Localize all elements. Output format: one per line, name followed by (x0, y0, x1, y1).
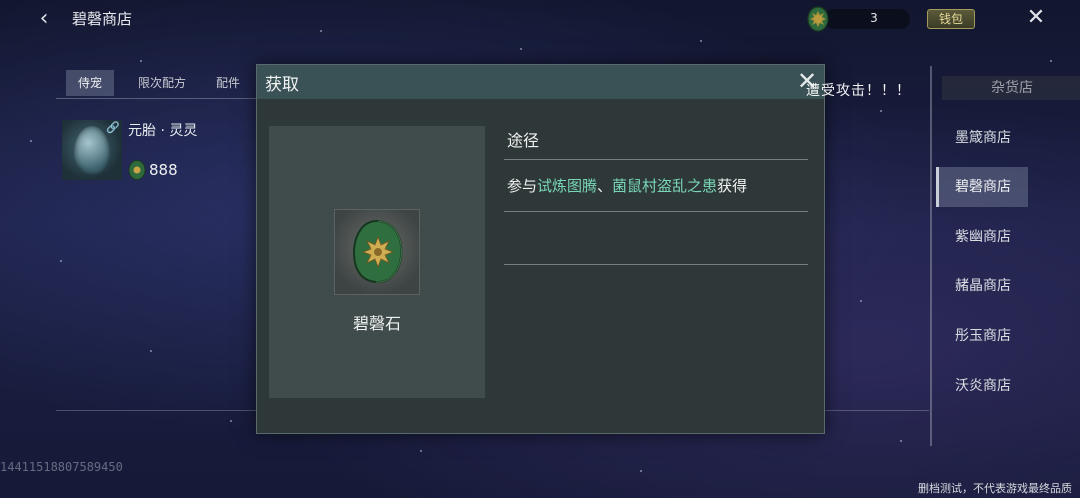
source-description: 参与试炼图腾、菌鼠村盗乱之患获得 (507, 175, 747, 196)
tab-accessory[interactable]: 配件 (208, 70, 248, 96)
jade-stone-icon (352, 219, 403, 284)
shop-item-ziyou[interactable]: 紫幽商店 (938, 217, 1028, 257)
wallet-button[interactable]: 钱包 (927, 9, 975, 29)
source-link-trial-totem[interactable]: 试炼图腾 (537, 177, 597, 195)
dialog-header: 获取 ✕ (257, 65, 824, 99)
acquire-dialog: 获取 ✕ 碧磬石 途径 参与试炼图腾、菌鼠村盗乱之患获得 (256, 64, 825, 434)
top-bar: ‹ 碧磬商店 3 钱包 ✕ (0, 0, 1080, 38)
shop-item-mozhen[interactable]: 墨箴商店 (938, 118, 1028, 158)
currency-display: 3 (804, 4, 910, 32)
close-shop-button[interactable]: ✕ (1022, 5, 1050, 31)
shop-item-woyan[interactable]: 沃炎商店 (938, 366, 1028, 406)
source-suffix: 获得 (717, 177, 748, 195)
shop-list-track (930, 66, 932, 446)
currency-count: 3 (870, 11, 878, 25)
attack-notice: 遭受攻击！！！ (806, 83, 911, 99)
item-preview-panel: 碧磬石 (269, 126, 485, 398)
shop-item-grocery[interactable]: 杂货店 (942, 76, 1080, 100)
dialog-item-name: 碧磬石 (352, 314, 401, 333)
chevron-left-icon: ‹ (39, 6, 49, 31)
source-prefix: 参与 (507, 177, 538, 195)
item-price: 888 (149, 161, 178, 179)
debug-id: 14411518807589450 (0, 460, 123, 474)
jade-stone-icon (807, 6, 829, 32)
item-name: 元胎 · 灵灵 (128, 123, 198, 139)
source-link-fungus-rat-village[interactable]: 菌鼠村盗乱之患 (612, 177, 717, 195)
link-icon: 🔗 (106, 121, 120, 134)
tabs-divider (56, 98, 256, 99)
source-label: 途径 (507, 131, 540, 150)
shop-item-card[interactable]: 🔗 元胎 · 灵灵 888 (62, 118, 257, 182)
back-button[interactable]: ‹ (30, 6, 58, 32)
shop-item-tongyu[interactable]: 彤玉商店 (938, 316, 1028, 356)
jade-stone-icon (128, 160, 146, 180)
egg-icon (74, 126, 110, 174)
footer-note: 删档测试，不代表游戏最终品质 (918, 482, 1072, 495)
source-divider-3 (504, 264, 808, 265)
shop-item-biqing[interactable]: 碧磬商店 (936, 167, 1028, 207)
page-title: 碧磬商店 (72, 10, 133, 28)
category-tabs: 侍宠 限次配方 配件 (56, 70, 256, 96)
source-divider-2 (504, 211, 808, 212)
shop-list: 杂货店 墨箴商店 碧磬商店 紫幽商店 赭晶商店 彤玉商店 沃炎商店 (930, 66, 1080, 446)
source-divider-1 (504, 159, 808, 160)
close-icon: ✕ (1026, 5, 1046, 30)
tab-pet[interactable]: 侍宠 (66, 70, 114, 96)
shop-item-zhejing[interactable]: 赭晶商店 (938, 266, 1028, 306)
tab-limited-recipe[interactable]: 限次配方 (124, 70, 200, 96)
dialog-title: 获取 (265, 75, 299, 95)
source-separator: 、 (597, 177, 613, 195)
item-frame (334, 209, 420, 295)
